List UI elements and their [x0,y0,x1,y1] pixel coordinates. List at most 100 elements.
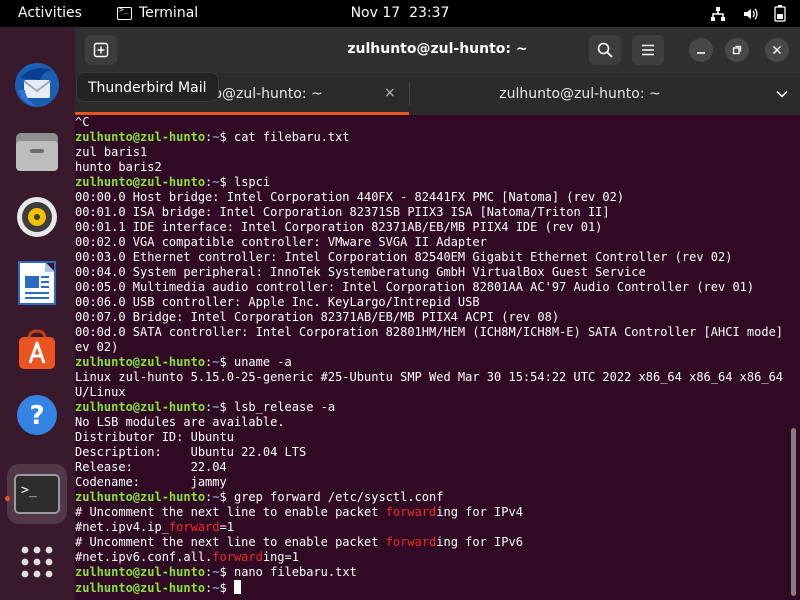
help-icon: ? [17,395,57,435]
terminal-output[interactable]: ^C zulhunto@zul-hunto:~$ cat filebaru.txt… [75,115,787,600]
dock-item-thunderbird[interactable] [7,55,67,115]
dock-item-terminal[interactable]: >_ [7,464,67,524]
output-text: #net.ipv4.ip_ [75,520,169,534]
header-bar: zulhunto@zul-hunto: ~ [75,27,800,73]
terminal-line: # Uncomment the next line to enable pack… [75,535,787,550]
terminal-line: Description: Ubuntu 22.04 LTS [75,445,787,460]
output-text: hunto baris2 [75,160,162,174]
clock-date: Nov 17 [350,5,401,21]
output-text: 00:01.0 ISA bridge: Intel Corporation 82… [75,205,610,219]
terminal-line: 00:06.0 USB controller: Apple Inc. KeyLa… [75,295,787,310]
prompt-path: ~ [212,130,220,144]
output-text: ing=1 [262,550,299,564]
output-text: 00:02.0 VGA compatible controller: VMwar… [75,235,487,249]
output-text: Description: Ubuntu 22.04 LTS [75,445,307,459]
window-title-text: zulhunto@zul-hunto: ~ [347,41,528,57]
terminal-line: No LSB modules are available. [75,415,787,430]
rhythmbox-icon [17,197,57,237]
terminal-cursor [233,580,241,594]
menu-button[interactable] [632,35,664,65]
command-text: uname -a [233,355,292,369]
close-icon [772,45,782,55]
tab-list-button[interactable] [770,83,794,105]
activities-button[interactable]: Activities [18,5,82,21]
output-text: 00:00.0 Host bridge: Intel Corporation 4… [75,190,625,204]
maximize-button[interactable] [725,38,749,62]
output-text: Release: 22.04 [75,460,227,474]
terminal-line: 00:01.1 IDE interface: Intel Corporation… [75,220,787,235]
dock-item-help[interactable]: ? [7,385,67,445]
output-text: # Uncomment the next line to enable pack… [75,535,386,549]
output-text: ing for IPv6 [436,535,523,549]
network-icon[interactable] [710,6,726,22]
prompt-user: zulhunto@zul-hunto [75,400,206,414]
terminal-line: 00:01.0 ISA bridge: Intel Corporation 82… [75,205,787,220]
chevron-down-icon [776,90,788,98]
volume-icon[interactable] [742,6,758,22]
thunderbird-icon [15,63,59,107]
terminal-line: # Uncomment the next line to enable pack… [75,505,787,520]
tab-close-icon[interactable]: × [384,85,396,101]
new-tab-icon [93,42,109,58]
output-text: #net.ipv6.conf.all. [75,550,213,564]
dock-item-rhythmbox[interactable] [7,187,67,247]
terminal-line: zulhunto@zul-hunto:~$ [75,580,787,595]
dock-item-software-center[interactable] [7,319,67,379]
close-button[interactable] [765,38,789,62]
terminal-line: zulhunto@zul-hunto:~$ grep forward /etc/… [75,490,444,504]
output-text: 00:03.0 Ethernet controller: Intel Corpo… [75,250,733,264]
top-bar: Activities Terminal Nov 17 23:37 [0,0,800,27]
dock: ? >_ [0,27,75,600]
system-tray[interactable] [710,5,786,22]
new-tab-button[interactable] [85,35,117,65]
terminal-scrollbar[interactable] [791,428,796,596]
dock-item-show-apps[interactable] [7,532,67,592]
terminal-line: zul baris1 [75,145,787,160]
output-text: Distributor ID: Ubuntu [75,430,234,444]
output-text: ^C [75,115,90,129]
terminal-line: 00:00.0 Host bridge: Intel Corporation 4… [75,190,787,205]
output-text: 00:07.0 Bridge: Intel Corporation 82371A… [75,310,560,324]
dock-item-libreoffice-writer[interactable] [7,253,67,313]
output-text: 00:04.0 System peripheral: InnoTek Syste… [75,265,646,279]
prompt-user: zulhunto@zul-hunto [75,175,206,189]
prompt-path: ~ [212,565,220,579]
output-text: Linux zul-hunto 5.15.0-25-generic #25-Ub… [75,370,787,384]
clock-button[interactable]: Nov 17 23:37 [351,5,450,21]
output-text: U/Linux [75,385,126,399]
terminal-app-icon [117,5,132,20]
prompt-path: ~ [212,400,220,414]
clock-time: 23:37 [409,5,450,21]
output-text: ing for IPv4 [436,505,523,519]
output-text: ev 02) [75,340,119,354]
command-text: grep forward /etc/sysctl.conf [233,490,444,504]
prompt-path: ~ [212,490,220,504]
prompt-user: zulhunto@zul-hunto [75,565,206,579]
app-menu-label: Terminal [139,5,199,21]
command-text: lspci [233,175,271,189]
app-menu[interactable]: Terminal [117,5,198,21]
dock-tooltip: Thunderbird Mail [76,72,219,102]
tab-2[interactable]: zulhunto@zul-hunto: ~ [410,73,770,115]
restore-icon [732,45,742,55]
dock-item-files[interactable] [7,121,67,181]
terminal-line: ^C [75,115,787,130]
search-button[interactable] [589,35,621,65]
prompt-path: ~ [212,355,220,369]
output-text: zul baris1 [75,145,148,159]
prompt-user: zulhunto@zul-hunto [75,130,206,144]
terminal-line: 00:02.0 VGA compatible controller: VMwar… [75,235,787,250]
files-icon [16,133,58,171]
minimize-button[interactable] [689,38,713,62]
terminal-line: Linux zul-hunto 5.15.0-25-generic #25-Ub… [75,370,787,385]
output-text: # Uncomment the next line to enable pack… [75,505,386,519]
command-text: lsb_release -a [233,400,336,414]
terminal-line: 00:03.0 Ethernet controller: Intel Corpo… [75,250,787,265]
software-center-icon [19,329,55,369]
terminal-line: zulhunto@zul-hunto:~$ cat filebaru.txt [75,130,350,144]
match-highlight: forward [168,520,220,534]
battery-icon[interactable] [774,5,786,22]
output-text: Codename: jammy [75,475,227,489]
libreoffice-writer-icon [18,261,56,305]
command-text: cat filebaru.txt [233,130,350,144]
